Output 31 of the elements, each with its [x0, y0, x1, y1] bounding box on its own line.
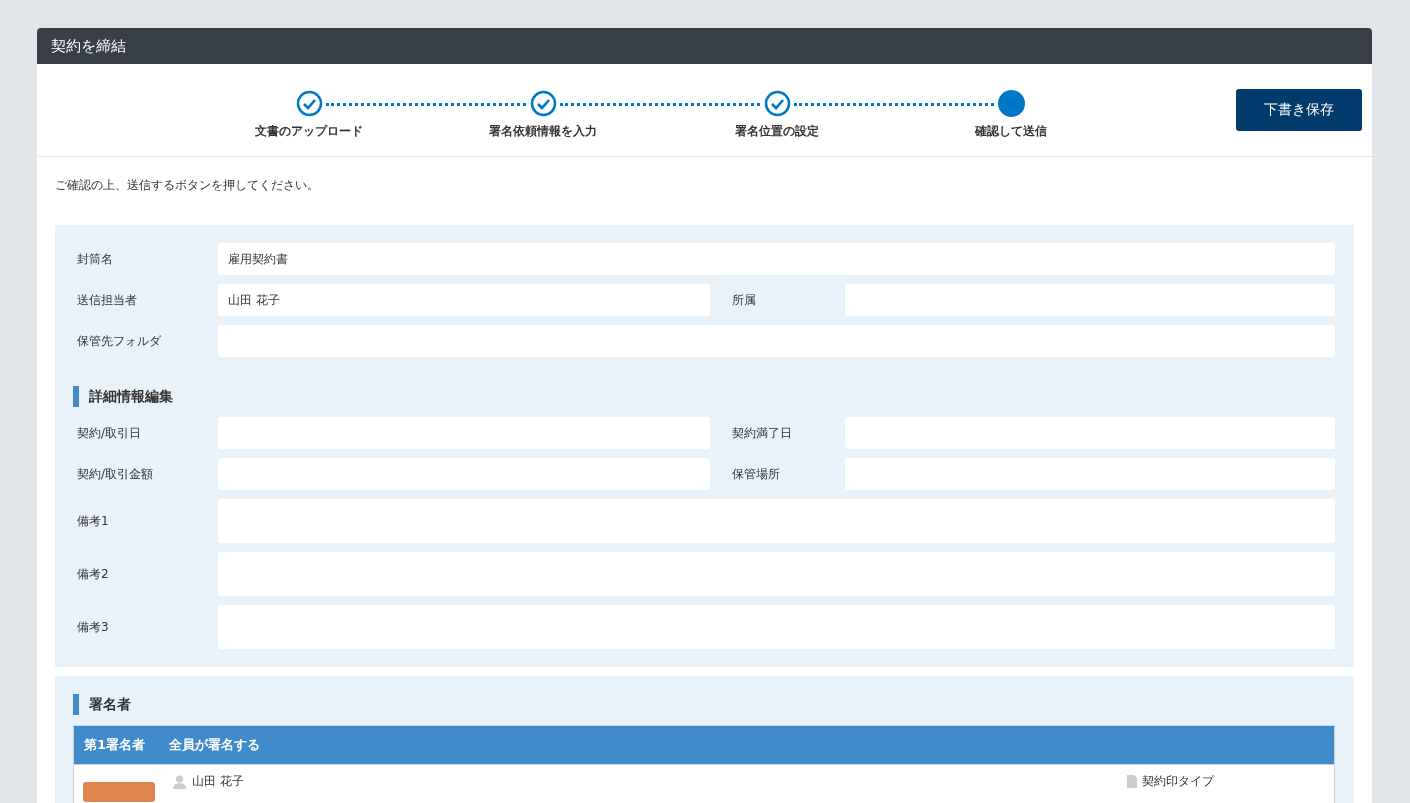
field-label: 所属: [731, 291, 757, 309]
field-label: 備考1: [76, 512, 110, 530]
step-label: 署名依頼情報を入力: [489, 123, 597, 140]
field-label: 契約満了日: [731, 424, 793, 442]
section-marker: [73, 694, 79, 715]
step-label: 署名位置の設定: [735, 123, 819, 140]
save-draft-button[interactable]: 下書き保存: [1236, 89, 1362, 131]
section-title: 詳細情報編集: [89, 387, 173, 406]
field-label: 保管先フォルダ: [76, 332, 162, 350]
field-label: 封筒名: [76, 250, 114, 268]
field-label: 契約/取引日: [76, 424, 143, 442]
instruction-text: ご確認の上、送信するボタンを押してください。: [55, 178, 319, 192]
input-field[interactable]: 山田 花子: [218, 284, 710, 316]
window-title: 契約を締結: [37, 28, 1372, 64]
field-label: 送信担当者: [76, 291, 138, 309]
document-icon: [1127, 775, 1137, 788]
section-title: 署名者: [89, 695, 131, 714]
person-icon: [173, 774, 186, 789]
field-label: 備考3: [76, 618, 110, 636]
seal-type: 契約印タイプ: [1142, 773, 1214, 790]
section-marker: [73, 386, 79, 407]
step-label: 確認して送信: [975, 123, 1047, 140]
signer-name: 山田 花子: [192, 773, 244, 790]
header-cell: 第1署名者: [84, 736, 146, 754]
step-label: 文書のアップロード: [255, 123, 363, 140]
field-label: 契約/取引金額: [76, 465, 155, 483]
signer-tag: [83, 782, 155, 802]
header-cell: 全員が署名する: [169, 736, 261, 754]
input-field[interactable]: 雇用契約書: [218, 243, 1335, 275]
field-label: 備考2: [76, 565, 110, 583]
field-label: 保管場所: [731, 465, 781, 483]
